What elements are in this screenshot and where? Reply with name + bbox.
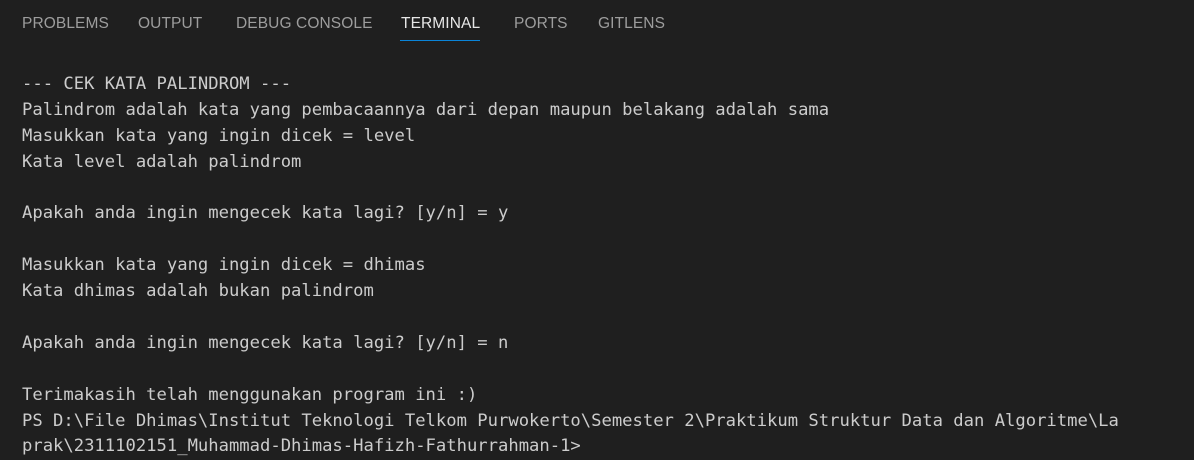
- tab-terminal[interactable]: TERMINAL: [401, 12, 480, 36]
- tab-debug-console[interactable]: DEBUG CONSOLE: [236, 12, 373, 36]
- terminal-line: Kata level adalah palindrom: [22, 151, 302, 172]
- tab-gitlens[interactable]: GITLENS: [598, 12, 665, 36]
- terminal-line: Masukkan kata yang ingin dicek = level: [22, 125, 416, 146]
- active-tab-indicator: [400, 40, 480, 41]
- terminal-line: Apakah anda ingin mengecek kata lagi? [y…: [22, 332, 509, 353]
- terminal-line: Apakah anda ingin mengecek kata lagi? [y…: [22, 203, 509, 224]
- tab-ports[interactable]: PORTS: [514, 12, 568, 36]
- terminal-line: Masukkan kata yang ingin dicek = dhimas: [22, 255, 426, 276]
- terminal-line: Kata dhimas adalah bukan palindrom: [22, 281, 374, 302]
- terminal-output[interactable]: --- CEK KATA PALINDROM --- Palindrom ada…: [22, 72, 1194, 460]
- terminal-line: Terimakasih telah menggunakan program in…: [22, 384, 478, 405]
- terminal-panel: PROBLEMS OUTPUT DEBUG CONSOLE TERMINAL P…: [0, 0, 1194, 460]
- terminal-line: Palindrom adalah kata yang pembacaannya …: [22, 99, 830, 120]
- tab-problems[interactable]: PROBLEMS: [22, 12, 109, 36]
- panel-tab-bar: PROBLEMS OUTPUT DEBUG CONSOLE TERMINAL P…: [0, 0, 1194, 44]
- terminal-line: --- CEK KATA PALINDROM ---: [22, 74, 292, 94]
- terminal-prompt-line: PS D:\File Dhimas\Institut Teknologi Tel…: [22, 410, 1119, 431]
- tab-output[interactable]: OUTPUT: [138, 12, 202, 36]
- terminal-prompt-line: prak\2311102151_Muhammad-Dhimas-Hafizh-F…: [22, 436, 581, 457]
